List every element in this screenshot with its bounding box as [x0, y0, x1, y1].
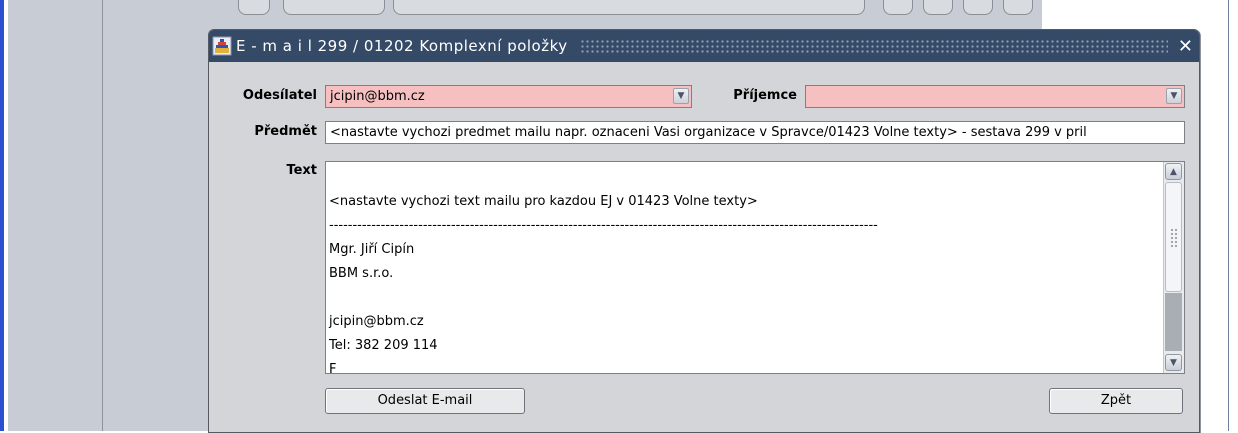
subject-label: Předmět — [254, 124, 317, 139]
background-divider — [102, 0, 103, 431]
recipient-label: Příjemce — [733, 88, 797, 103]
scroll-up-icon[interactable]: ▲ — [1165, 163, 1182, 180]
scroll-down-icon[interactable]: ▼ — [1165, 354, 1182, 371]
grip-icon — [1170, 228, 1178, 248]
message-scrollbar[interactable]: ▲ ▼ — [1163, 162, 1184, 373]
sender-label: Odesílatel — [242, 88, 317, 103]
background-field-stub — [963, 0, 993, 15]
message-line: jcipin@bbm.cz — [329, 314, 424, 329]
scroll-thumb[interactable] — [1165, 182, 1182, 292]
window-title: E - m a i l 299 / 01202 Komplexní položk… — [236, 37, 568, 55]
send-email-button[interactable]: Odeslat E-mail — [325, 388, 525, 414]
close-icon[interactable]: ✕ — [1178, 36, 1193, 57]
background-accent-bar — [0, 0, 4, 431]
message-line: ----------------------------------------… — [329, 218, 878, 233]
chevron-down-icon[interactable]: ▼ — [673, 88, 689, 104]
background-field-stub — [883, 0, 913, 15]
background-border — [1228, 0, 1229, 431]
background-field-stub — [393, 0, 865, 15]
background-field-stub — [283, 0, 385, 15]
background-field-stub — [923, 0, 953, 15]
message-textarea[interactable]: <nastavte vychozi text mailu pro kazdou … — [325, 161, 1185, 374]
subject-input[interactable]: <nastavte vychozi predmet mailu napr. oz… — [325, 121, 1185, 144]
oracle-forms-icon — [211, 35, 233, 57]
background-field-stub — [238, 0, 270, 15]
message-line: Mgr. Jiří Cipín — [329, 242, 415, 257]
message-line: <nastavte vychozi text mailu pro kazdou … — [329, 194, 758, 209]
back-button[interactable]: Zpět — [1049, 388, 1183, 414]
scroll-track[interactable] — [1165, 293, 1182, 351]
message-line: Tel: 382 209 114 — [329, 338, 438, 353]
title-bar[interactable]: E - m a i l 299 / 01202 Komplexní položk… — [209, 30, 1199, 62]
message-line: F — [329, 362, 337, 374]
background-field-stub — [1003, 0, 1033, 15]
sender-combobox[interactable]: jcipin@bbm.cz ▼ — [325, 85, 692, 108]
recipient-combobox[interactable]: ▼ — [805, 85, 1185, 108]
subject-value: <nastavte vychozi predmet mailu napr. oz… — [330, 125, 1087, 140]
title-bar-grip — [579, 39, 1168, 53]
sender-value: jcipin@bbm.cz — [330, 89, 425, 104]
text-label: Text — [286, 163, 317, 178]
email-dialog: E - m a i l 299 / 01202 Komplexní položk… — [208, 29, 1200, 433]
chevron-down-icon[interactable]: ▼ — [1166, 88, 1182, 104]
message-line: BBM s.r.o. — [329, 266, 394, 281]
